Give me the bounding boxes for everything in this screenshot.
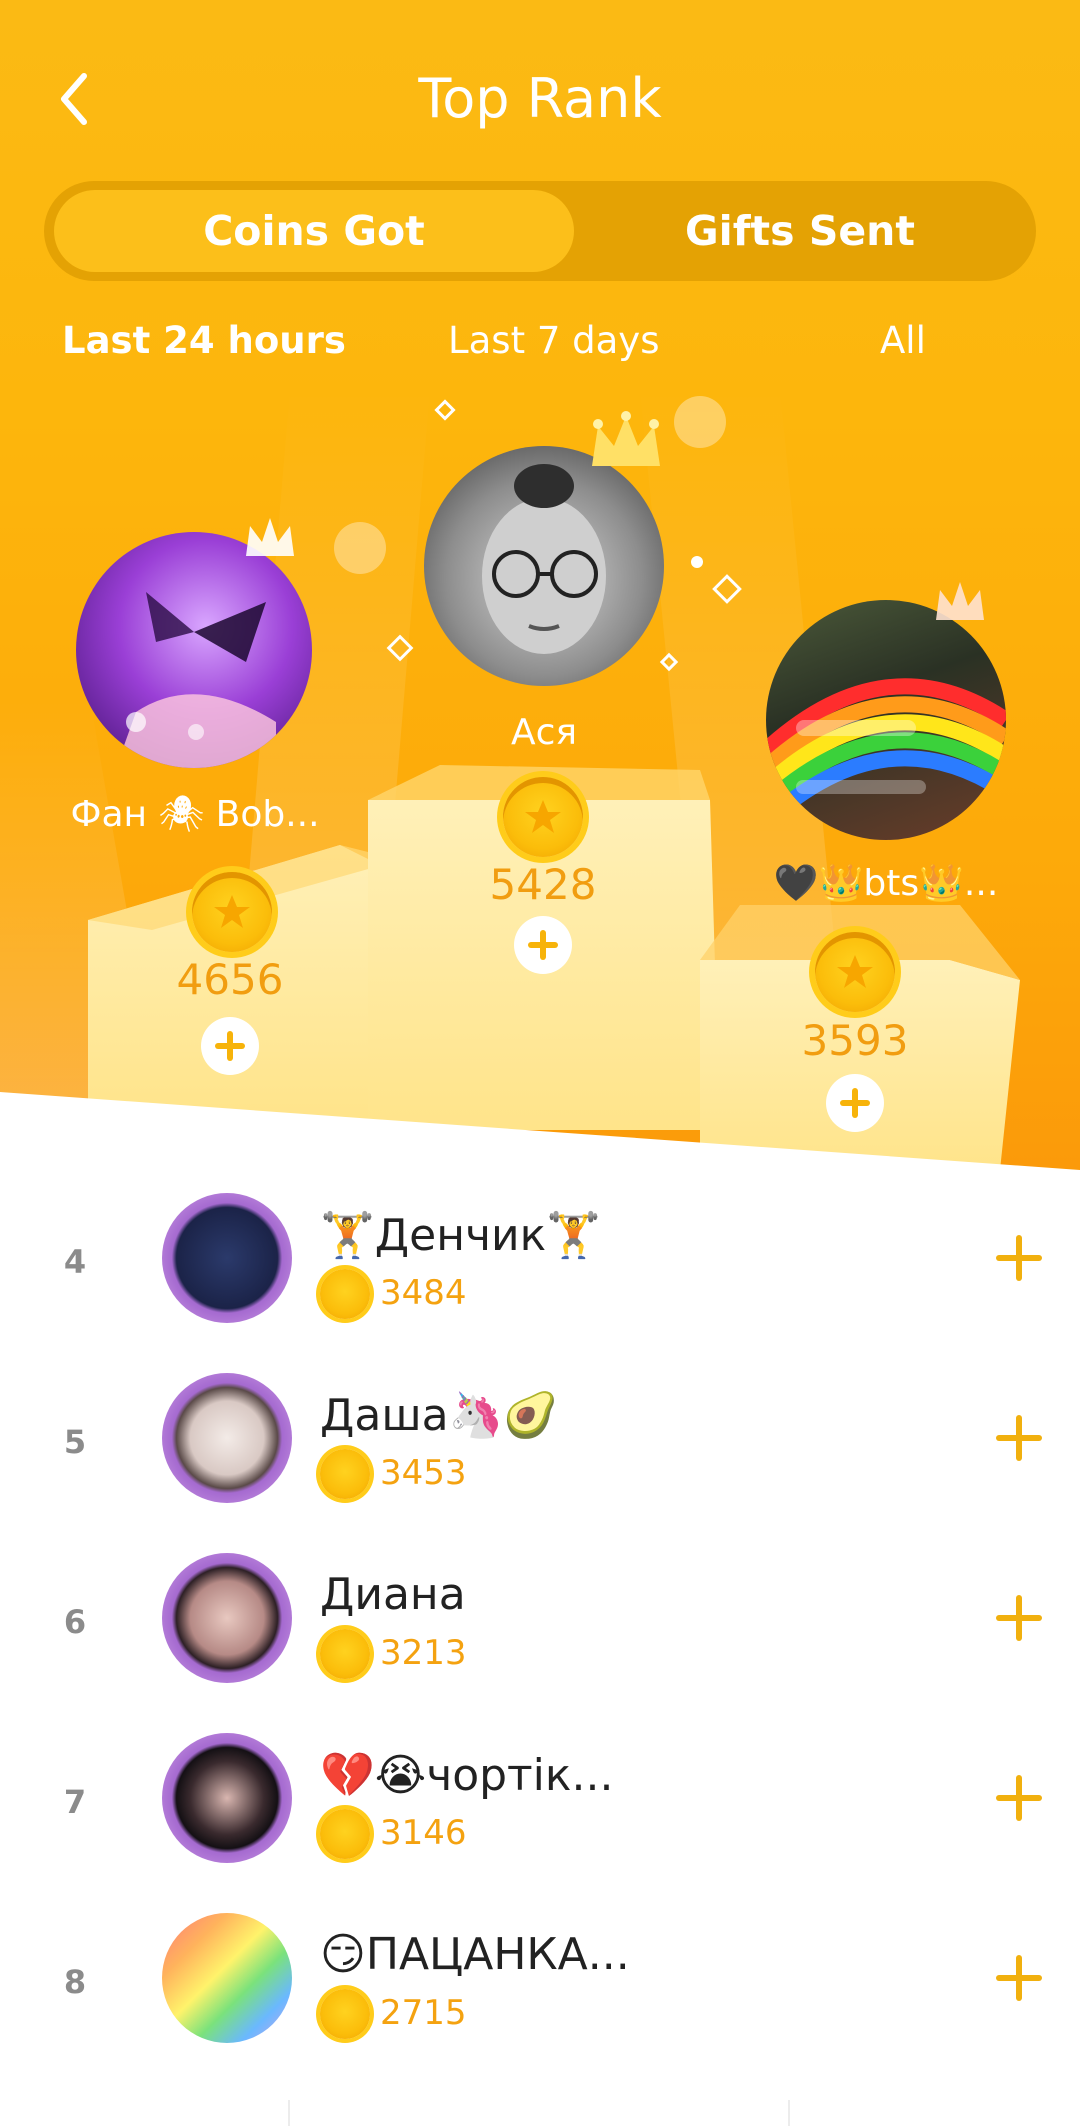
user-name: 😏ПАЦАНКА... [320,1929,630,1980]
avatar[interactable] [162,1193,292,1323]
list-item[interactable]: 5 Даша🦄🥑 3453 [0,1353,1080,1533]
follow-button[interactable] [996,1595,1042,1641]
podium-name-first: Ася [510,712,578,753]
podium-hero: Top Rank Coins Got Gifts Sent Last 24 ho… [0,0,1080,1170]
follow-button[interactable] [996,1235,1042,1281]
follow-button-third[interactable] [826,1074,884,1132]
podium-score-first: 5428 [489,860,597,909]
podium-score-second: 4656 [176,955,284,1004]
butterfly-image [116,592,276,768]
rank-number: 6 [63,1603,87,1641]
user-name: 💔😭чортік... [320,1750,614,1801]
coin-icon [320,1449,370,1499]
rainbow-image [766,678,1006,828]
divider [288,2100,290,2126]
coin-count: 3146 [380,1813,467,1853]
avatar[interactable] [162,1373,292,1503]
page-title: Top Rank [418,67,662,130]
rank-number: 5 [63,1423,87,1461]
list-item[interactable]: 7 💔😭чортік... 3146 [0,1713,1080,1893]
avatar-third[interactable] [766,600,1006,840]
rank-type-switch: Coins Got Gifts Sent [44,181,1036,281]
avatar[interactable] [162,1913,292,2043]
coin-count: 2715 [380,1993,467,2033]
rank-number: 7 [63,1783,87,1821]
coin-icon [320,1989,370,2039]
tab-gifts-sent[interactable]: Gifts Sent [574,190,1026,272]
rank-number: 8 [63,1963,87,2001]
period-last-24-hours[interactable]: Last 24 hours [62,312,346,370]
user-name: Диана [320,1569,466,1620]
avatar-first[interactable] [424,446,664,686]
follow-button[interactable] [996,1955,1042,2001]
list-item[interactable]: 6 Диана 3213 [0,1533,1080,1713]
tab-coins-got[interactable]: Coins Got [54,190,574,272]
portrait-image [482,464,606,654]
avatar-second[interactable] [76,532,312,768]
coin-icon [503,777,583,857]
list-item[interactable]: 8 😏ПАЦАНКА... 2715 [0,1893,1080,2073]
rank-number: 4 [63,1243,87,1281]
coin-icon [320,1629,370,1679]
period-last-7-days[interactable]: Last 7 days [448,312,659,370]
follow-button-second[interactable] [201,1017,259,1075]
crown-icon [246,518,294,556]
follow-button-first[interactable] [514,916,572,974]
follow-button[interactable] [996,1415,1042,1461]
coin-icon [320,1809,370,1859]
period-all[interactable]: All [880,312,926,370]
follow-button[interactable] [996,1775,1042,1821]
coin-count: 3213 [380,1633,467,1673]
coin-icon [192,872,272,952]
divider [788,2100,790,2126]
user-name: 🏋️Денчик🏋️ [320,1210,601,1261]
crown-icon [936,582,984,620]
user-name: Даша🦄🥑 [320,1390,559,1441]
list-item[interactable]: 4 🏋️Денчик🏋️ 3484 [0,1173,1080,1353]
crown-icon [592,411,660,466]
coin-count: 3484 [380,1273,467,1313]
podium-name-third: 🖤👑bts👑... [773,863,999,904]
avatar[interactable] [162,1553,292,1683]
avatar[interactable] [162,1733,292,1863]
coin-icon [815,932,895,1012]
podium-score-third: 3593 [801,1016,909,1065]
podium-name-second: Фан 🕷 Bob... [70,794,320,835]
coin-count: 3453 [380,1453,467,1493]
coin-icon [320,1269,370,1319]
